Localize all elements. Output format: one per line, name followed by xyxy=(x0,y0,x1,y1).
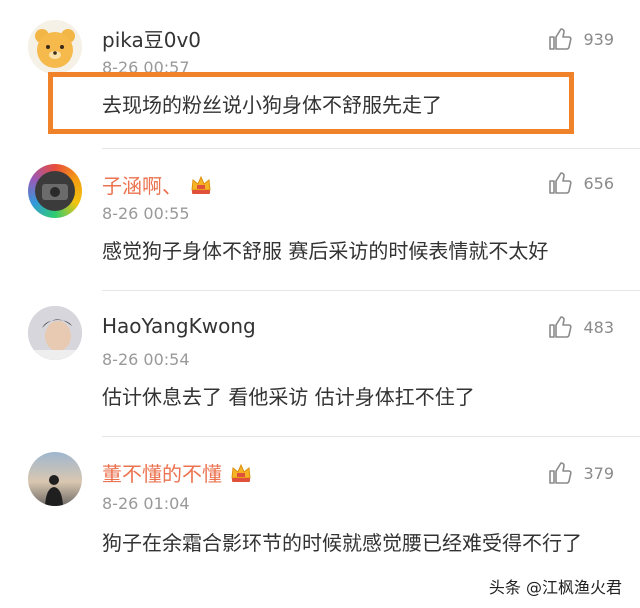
thumbs-up-icon xyxy=(549,28,573,50)
like-count: 939 xyxy=(583,29,614,49)
username-text[interactable]: pika豆0v0 xyxy=(102,28,201,52)
comment-text: 狗子在余霜合影环节的时候就感觉腰已经难受得不行了 xyxy=(102,531,582,555)
username[interactable]: pika豆0v0 xyxy=(102,24,201,53)
timestamp: 8-26 00:54 xyxy=(102,350,190,369)
thumbs-up-icon xyxy=(549,316,573,338)
divider xyxy=(102,290,640,291)
thumbs-up-icon xyxy=(549,172,573,194)
silhouette-avatar-icon xyxy=(45,475,63,506)
vip-crown-icon xyxy=(231,463,251,482)
timestamp: 8-26 01:04 xyxy=(102,494,190,513)
divider xyxy=(102,436,640,437)
avatar[interactable] xyxy=(28,20,82,74)
comment-text: 估计休息去了 看他采访 估计身体扛不住了 xyxy=(102,385,475,409)
like-button[interactable]: 939 xyxy=(547,26,614,52)
bear-avatar-icon xyxy=(28,20,82,74)
vip-crown-icon xyxy=(191,175,211,194)
avatar[interactable] xyxy=(28,164,82,218)
like-button[interactable]: 483 xyxy=(547,314,614,340)
like-button[interactable]: 656 xyxy=(547,170,614,196)
comment-text: 感觉狗子身体不舒服 赛后采访的时候表情就不太好 xyxy=(102,239,549,263)
username-text[interactable]: 子涵啊、 xyxy=(102,174,182,198)
username-text[interactable]: HaoYangKwong xyxy=(102,314,256,338)
divider xyxy=(102,148,640,149)
rainbow-avatar-icon xyxy=(35,171,75,211)
thumbs-up-icon xyxy=(549,462,573,484)
like-button[interactable]: 379 xyxy=(547,460,614,486)
watermark: 头条 @江枫渔火君 xyxy=(488,578,622,597)
like-count: 656 xyxy=(583,173,614,193)
avatar[interactable] xyxy=(28,452,82,506)
username[interactable]: HaoYangKwong xyxy=(102,314,256,338)
username-text[interactable]: 董不懂的不懂 xyxy=(102,462,222,486)
avatar[interactable] xyxy=(28,306,82,360)
username[interactable]: 董不懂的不懂 xyxy=(102,458,252,487)
like-count: 379 xyxy=(583,463,614,483)
portrait-avatar-icon xyxy=(28,306,82,360)
like-count: 483 xyxy=(583,317,614,337)
timestamp: 8-26 00:55 xyxy=(102,204,190,223)
username[interactable]: 子涵啊、 xyxy=(102,170,212,199)
highlight-box xyxy=(48,72,574,134)
